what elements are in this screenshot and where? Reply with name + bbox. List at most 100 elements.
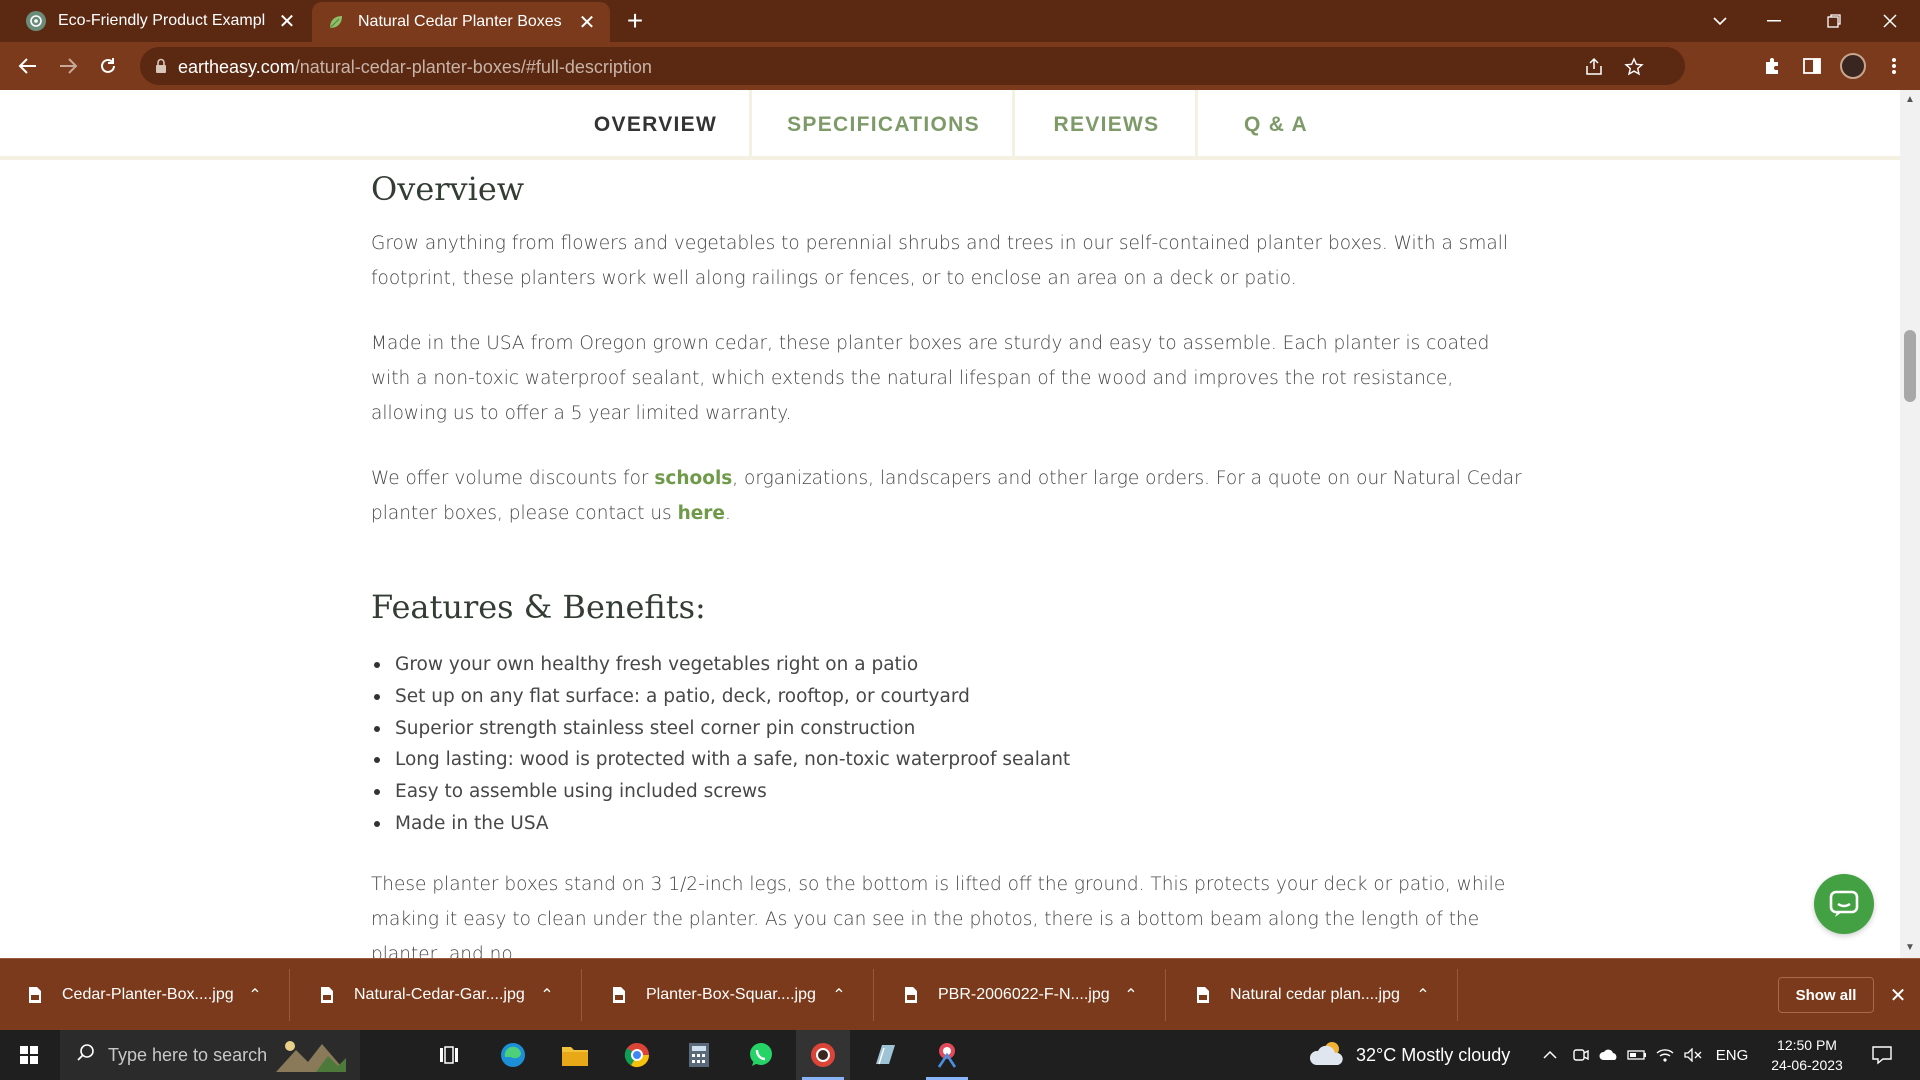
browser-tab-strip: Eco-Friendly Product Examples ✕ Natural … (0, 0, 1920, 42)
edge-browser-icon[interactable] (486, 1030, 540, 1080)
leaf-icon (326, 12, 346, 32)
show-all-downloads-button[interactable]: Show all (1778, 977, 1874, 1013)
chrome-icon[interactable] (610, 1030, 664, 1080)
snipping-tool-icon[interactable] (920, 1030, 974, 1080)
file-explorer-icon[interactable] (548, 1030, 602, 1080)
p3-text-a: We offer volume discounts for (371, 468, 655, 489)
download-item[interactable]: Natural cedar plan....jpg ⌃ (1168, 969, 1458, 1021)
page-scrollbar[interactable]: ▲ ▼ (1900, 90, 1920, 958)
features-list: Grow your own healthy fresh vegetables r… (371, 649, 1070, 840)
list-item: Grow your own healthy fresh vegetables r… (371, 649, 1070, 681)
p3-text-c: . (724, 503, 731, 524)
file-icon (904, 986, 918, 1004)
tab-qa[interactable]: Q & A (1201, 90, 1351, 160)
battery-icon[interactable] (1624, 1030, 1650, 1080)
show-hidden-icons-chevron-icon[interactable] (1536, 1030, 1564, 1080)
list-item: Superior strength stainless steel corner… (371, 713, 1070, 745)
overview-paragraph-3: We offer volume discounts for schools, o… (371, 461, 1531, 531)
notes-app-icon[interactable] (858, 1030, 912, 1080)
download-item[interactable]: Planter-Box-Squar....jpg ⌃ (584, 969, 874, 1021)
tab-overview[interactable]: OVERVIEW (562, 90, 752, 160)
openai-icon (26, 11, 46, 31)
chevron-up-icon[interactable]: ⌃ (1411, 985, 1435, 1005)
share-icon[interactable] (1582, 55, 1606, 79)
chevron-up-icon[interactable]: ⌃ (535, 985, 559, 1005)
download-item[interactable]: PBR-2006022-F-N....jpg ⌃ (876, 969, 1166, 1021)
list-item: Easy to assemble using included screws (371, 776, 1070, 808)
close-window-button[interactable] (1862, 0, 1918, 42)
close-downloads-bar-icon[interactable]: ✕ (1884, 981, 1912, 1009)
speaker-muted-icon[interactable] (1680, 1030, 1706, 1080)
features-heading: Features & Benefits: (371, 588, 706, 626)
browser-toolbar: eartheasy.com/natural-cedar-planter-boxe… (0, 42, 1920, 90)
clock-time: 12:50 PM (1777, 1037, 1837, 1053)
overview-paragraph-1: Grow anything from flowers and vegetable… (371, 233, 1509, 289)
minimize-button[interactable] (1746, 0, 1802, 42)
extensions-puzzle-icon[interactable] (1758, 52, 1786, 80)
meet-now-icon[interactable] (1568, 1030, 1594, 1080)
downloads-bar: Cedar-Planter-Box....jpg ⌃ Natural-Cedar… (0, 958, 1920, 1030)
chrome-profile-icon[interactable] (796, 1030, 850, 1080)
weather-widget[interactable]: 32°C Mostly cloudy (1309, 1030, 1511, 1080)
reload-button[interactable] (92, 50, 124, 82)
task-view-icon[interactable] (422, 1030, 476, 1080)
scrollbar-thumb[interactable] (1904, 330, 1916, 402)
download-item[interactable]: Cedar-Planter-Box....jpg ⌃ (0, 969, 290, 1021)
back-button[interactable] (12, 50, 44, 82)
taskbar-search-box[interactable]: Type here to search (60, 1030, 360, 1080)
product-tabs-nav: OVERVIEW SPECIFICATIONS REVIEWS Q & A (0, 90, 1900, 160)
browser-tab-title: Eco-Friendly Product Examples (58, 12, 266, 29)
lock-icon[interactable] (152, 57, 170, 75)
scroll-up-arrow-icon[interactable]: ▲ (1904, 94, 1916, 106)
overview-paragraph-2: Made in the USA from Oregon grown cedar,… (371, 333, 1490, 424)
url-text[interactable]: eartheasy.com/natural-cedar-planter-boxe… (178, 57, 652, 78)
clock-date: 24-06-2023 (1771, 1057, 1843, 1073)
taskbar-clock[interactable]: 12:50 PM 24-06-2023 (1752, 1035, 1862, 1075)
download-item[interactable]: Natural-Cedar-Gar....jpg ⌃ (292, 969, 582, 1021)
chat-icon (1829, 890, 1859, 917)
profile-avatar[interactable] (1840, 53, 1866, 79)
close-tab-icon[interactable]: ✕ (574, 9, 600, 35)
chat-launcher-button[interactable] (1814, 874, 1874, 934)
list-item: Set up on any flat surface: a patio, dec… (371, 681, 1070, 713)
tab-search-chevron-icon[interactable] (1692, 0, 1748, 42)
calculator-icon[interactable] (672, 1030, 726, 1080)
chevron-up-icon[interactable]: ⌃ (1119, 985, 1143, 1005)
url-domain: eartheasy.com (178, 57, 295, 77)
windows-start-icon[interactable] (2, 1030, 56, 1080)
close-tab-icon[interactable]: ✕ (274, 8, 300, 34)
tab-specifications[interactable]: SPECIFICATIONS (755, 90, 1015, 160)
bookmark-star-icon[interactable] (1622, 55, 1646, 79)
notification-center-icon[interactable] (1864, 1030, 1900, 1080)
scroll-down-arrow-icon[interactable]: ▼ (1904, 942, 1916, 954)
file-icon (1196, 986, 1210, 1004)
tab-reviews[interactable]: REVIEWS (1018, 90, 1198, 160)
forward-button[interactable] (52, 50, 84, 82)
overview-heading: Overview (371, 170, 525, 208)
list-item: Made in the USA (371, 808, 1070, 840)
onedrive-cloud-icon[interactable] (1596, 1030, 1622, 1080)
restore-button[interactable] (1806, 0, 1862, 42)
file-icon (612, 986, 626, 1004)
side-panel-icon[interactable] (1798, 52, 1826, 80)
new-tab-button[interactable]: + (620, 5, 650, 36)
search-highlight-icon (276, 1038, 346, 1077)
chevron-up-icon[interactable]: ⌃ (243, 985, 267, 1005)
download-filename: Cedar-Planter-Box....jpg (62, 986, 234, 1003)
weather-text: 32°C Mostly cloudy (1356, 1044, 1511, 1065)
wifi-icon[interactable] (1652, 1030, 1678, 1080)
kebab-menu-icon[interactable] (1880, 52, 1908, 80)
list-item: Long lasting: wood is protected with a s… (371, 744, 1070, 776)
schools-link[interactable]: schools (654, 468, 732, 489)
language-indicator[interactable]: ENG (1712, 1030, 1752, 1080)
chevron-up-icon[interactable]: ⌃ (827, 985, 851, 1005)
address-bar[interactable]: eartheasy.com/natural-cedar-planter-boxe… (140, 47, 1685, 85)
search-placeholder: Type here to search (108, 1044, 268, 1065)
browser-tab-natural-cedar[interactable]: Natural Cedar Planter Boxes | Ear ✕ (312, 2, 610, 42)
contact-here-link[interactable]: here (678, 503, 725, 524)
search-icon (76, 1043, 96, 1068)
cloudy-weather-icon (1309, 1039, 1346, 1072)
url-path: /natural-cedar-planter-boxes/#full-descr… (294, 57, 652, 77)
whatsapp-icon[interactable] (734, 1030, 788, 1080)
browser-tab-eco-friendly[interactable]: Eco-Friendly Product Examples ✕ (0, 0, 310, 42)
